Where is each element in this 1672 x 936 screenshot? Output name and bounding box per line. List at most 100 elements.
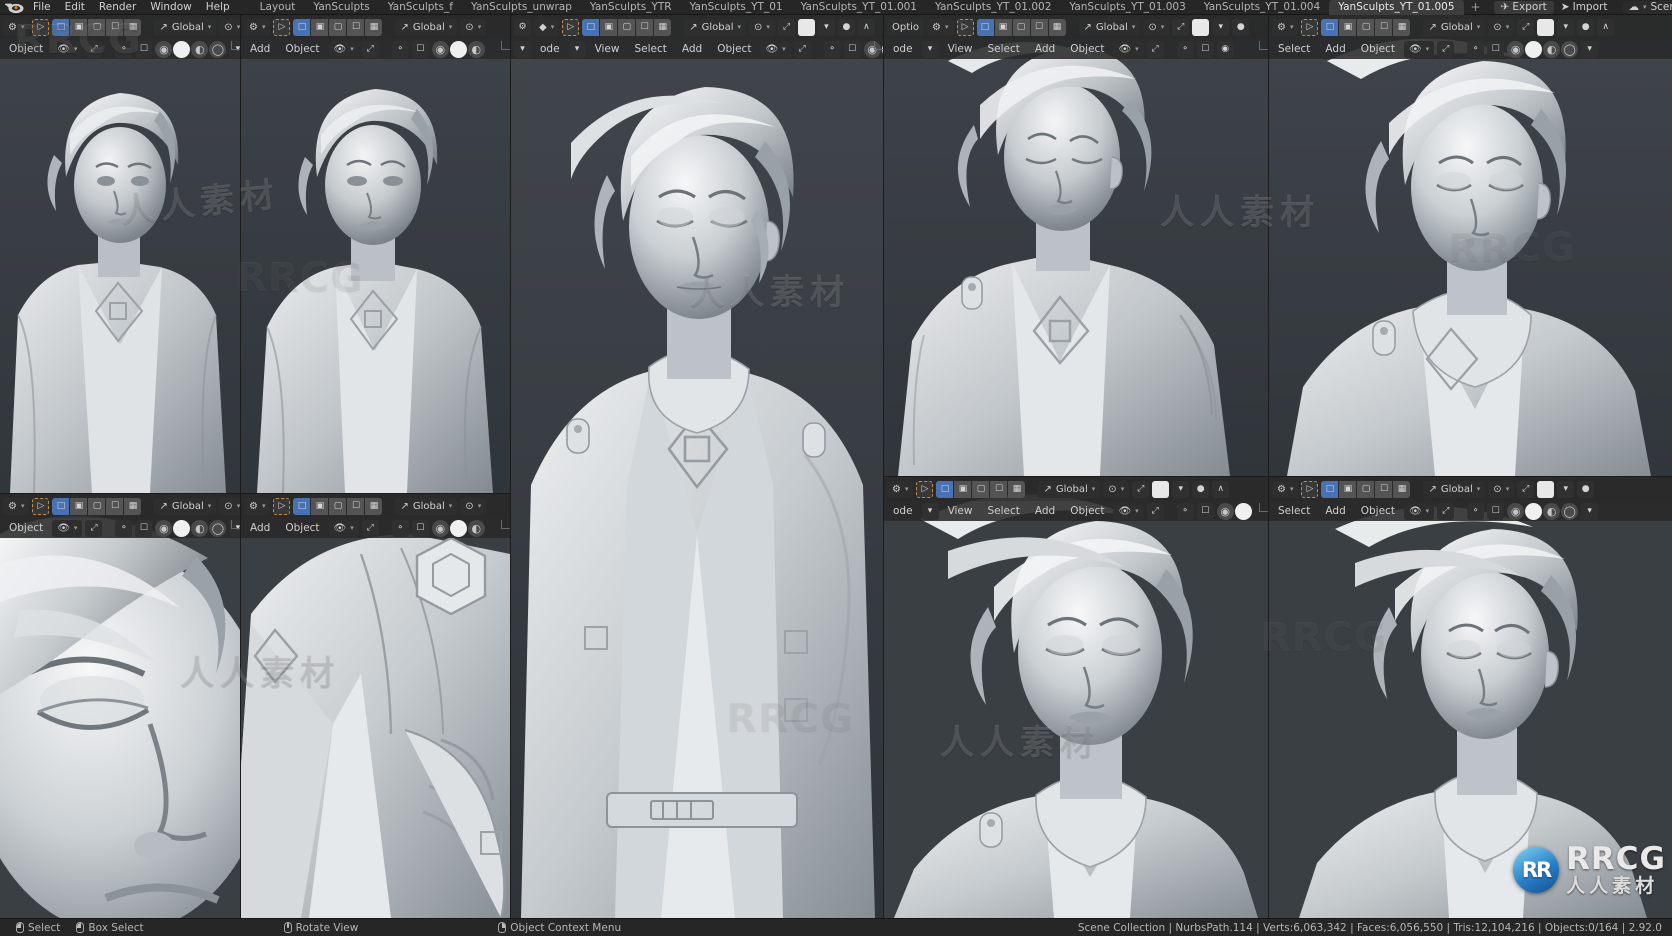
snap-magnet-icon[interactable]: ⤢ [1172, 18, 1190, 36]
snap-magnet-icon[interactable]: ⤢ [85, 40, 103, 58]
select-subtract-icon[interactable]: ▢ [329, 18, 347, 36]
select-intersect-icon[interactable]: ▦ [1048, 18, 1066, 36]
select-invert-icon[interactable]: ☐ [1375, 480, 1393, 498]
select-tool-button[interactable]: ▷ [32, 497, 50, 515]
chevron-down-icon[interactable]: ▾ [817, 18, 835, 36]
chevron-down-icon[interactable]: ▾ [1557, 480, 1575, 498]
shading-solid-icon[interactable] [449, 519, 467, 537]
select-subtract-icon[interactable]: ▢ [329, 497, 347, 515]
mode-selector-label[interactable]: ode [887, 505, 919, 517]
workspace-tab-yt-01[interactable]: YanSculpts_YT_01 [681, 0, 792, 15]
workspace-tab-yt-01-004[interactable]: YanSculpts_YT_01.004 [1195, 0, 1329, 15]
proportional-falloff-icon[interactable]: ∧ [1597, 18, 1615, 36]
workspace-tab-yt-01-003[interactable]: YanSculpts_YT_01.003 [1060, 0, 1194, 15]
snap-target-icon[interactable] [797, 18, 815, 36]
menu-select[interactable]: Select [981, 505, 1025, 517]
gizmo-icon[interactable]: ☐ [1487, 40, 1505, 58]
select-invert-icon[interactable]: ☐ [1375, 18, 1393, 36]
snap-magnet-icon[interactable]: ⤢ [1437, 40, 1455, 58]
select-set-icon[interactable]: □ [1321, 480, 1339, 498]
select-extend-icon[interactable]: ▣ [994, 18, 1012, 36]
snap-magnet-icon[interactable]: ⤢ [1132, 480, 1150, 498]
menu-object[interactable]: Object [1355, 43, 1401, 55]
snap-magnet-icon[interactable]: ⤢ [1146, 40, 1164, 58]
mode-selector-label[interactable]: ode [534, 43, 566, 55]
editor-type-selector[interactable]: ⚙ ▾ [3, 497, 30, 515]
shading-material-icon[interactable]: ◐ [467, 519, 485, 537]
select-invert-icon[interactable]: ☐ [1030, 18, 1048, 36]
select-set-icon[interactable]: □ [976, 18, 994, 36]
viewport-canvas[interactable] [511, 15, 883, 918]
shading-material-icon[interactable]: ◐ [1543, 502, 1561, 520]
chevron-down-icon[interactable]: ▾ [1557, 18, 1575, 36]
editor-type-selector[interactable]: ⚙ ▾ [244, 18, 271, 36]
pivot-point-selector[interactable]: ⊙ ▾ [749, 18, 775, 36]
select-invert-icon[interactable]: ☐ [106, 497, 124, 515]
select-subtract-icon[interactable]: ▢ [1357, 480, 1375, 498]
proportional-editing-icon[interactable]: ⚬ [115, 40, 133, 58]
proportional-editing-icon[interactable]: ⚬ [391, 40, 409, 58]
menu-view[interactable]: View [589, 43, 626, 55]
proportional-editing-icon[interactable]: ⚬ [115, 519, 133, 537]
select-invert-icon[interactable]: ☐ [106, 18, 124, 36]
proportional-editing-icon[interactable]: ⚬ [1467, 40, 1485, 58]
menu-select[interactable]: Select [628, 43, 672, 55]
menu-object[interactable]: Object [1064, 43, 1110, 55]
transform-orientation-selector[interactable]: ↗ Global ▾ [684, 18, 747, 36]
visibility-selector[interactable]: 👁 ▾ [760, 40, 791, 58]
select-subtract-icon[interactable]: ▢ [1012, 18, 1030, 36]
select-intersect-icon[interactable]: ▦ [654, 18, 672, 36]
menu-window[interactable]: Window [143, 0, 198, 15]
shading-rendered-icon[interactable]: ◯ [1561, 40, 1579, 58]
visibility-selector[interactable]: 👁 ▾ [1113, 502, 1144, 520]
select-invert-icon[interactable]: ☐ [636, 18, 654, 36]
viewport-canvas[interactable] [884, 15, 1268, 476]
gizmo-icon[interactable]: ☐ [843, 40, 861, 58]
workspace-tab-yt-01-001[interactable]: YanSculpts_YT_01.001 [792, 0, 926, 15]
snap-magnet-icon[interactable]: ⤢ [1146, 502, 1164, 520]
select-invert-icon[interactable]: ☐ [347, 18, 365, 36]
select-extend-icon[interactable]: ▣ [311, 18, 329, 36]
shading-solid-icon[interactable] [173, 40, 191, 58]
select-set-icon[interactable]: □ [293, 18, 311, 36]
menu-add[interactable]: Add [1029, 43, 1061, 55]
menu-object[interactable]: Object [3, 522, 49, 534]
viewport-character-jacket-detail[interactable]: ⚙ ▾ ▷ □ ▣ ▢ ☐ ▦ ↗ Global ▾ ⊙ ▾ Add Object [241, 494, 510, 918]
menu-help[interactable]: Help [199, 0, 237, 15]
viewport-corner-handle[interactable] [1259, 503, 1268, 512]
select-intersect-icon[interactable]: ▦ [365, 18, 383, 36]
snap-magnet-icon[interactable]: ⤢ [361, 519, 379, 537]
visibility-selector[interactable]: 👁 ▾ [1403, 502, 1435, 520]
chevron-down-icon[interactable]: ▾ [921, 502, 939, 520]
shading-solid-icon[interactable] [449, 40, 467, 58]
visibility-selector[interactable]: 👁 ▾ [52, 519, 83, 537]
gizmo-icon[interactable]: ☐ [135, 40, 153, 58]
workspace-tab-yansculpts-unwrap[interactable]: YanSculpts_unwrap [462, 0, 581, 15]
select-tool-button[interactable]: ▷ [956, 18, 974, 36]
pivot-point-selector[interactable]: ⊙ ▾ [1103, 480, 1130, 498]
transform-orientation-selector[interactable]: ↗ Global ▾ [1038, 480, 1101, 498]
select-tool-button[interactable]: ▷ [273, 18, 291, 36]
shading-wireframe-icon[interactable]: ◉ [155, 519, 173, 537]
viewport-corner-handle[interactable] [501, 41, 510, 50]
gizmo-icon[interactable]: ☐ [411, 40, 429, 58]
chevron-down-icon[interactable]: ▾ [568, 40, 586, 58]
editor-type-selector[interactable]: ⚙ ▾ [3, 18, 30, 36]
transform-orientation-selector[interactable]: ↗ Global ▾ [154, 497, 217, 515]
shading-wireframe-icon[interactable]: ◉ [431, 519, 449, 537]
menu-object[interactable]: Object [3, 43, 49, 55]
select-tool-button[interactable]: ▷ [562, 18, 580, 36]
viewport-canvas[interactable] [1269, 15, 1672, 476]
select-extend-icon[interactable]: ▣ [1339, 480, 1357, 498]
chevron-down-icon[interactable]: ▾ [1212, 18, 1230, 36]
proportional-editing-icon[interactable]: ● [1577, 18, 1595, 36]
shading-wireframe-icon[interactable]: ◉ [1507, 502, 1525, 520]
snap-target-icon[interactable] [1192, 18, 1210, 36]
proportional-editing-icon[interactable]: ⚬ [391, 519, 409, 537]
snap-magnet-icon[interactable]: ⤢ [85, 519, 103, 537]
select-intersect-icon[interactable]: ▦ [1393, 480, 1411, 498]
proportional-editing-icon[interactable]: ● [1232, 18, 1250, 36]
shading-wireframe-icon[interactable]: ◉ [1507, 40, 1525, 58]
pivot-point-selector[interactable]: ⊙ ▾ [460, 18, 487, 36]
shading-wireframe-icon[interactable]: ◉ [431, 40, 449, 58]
